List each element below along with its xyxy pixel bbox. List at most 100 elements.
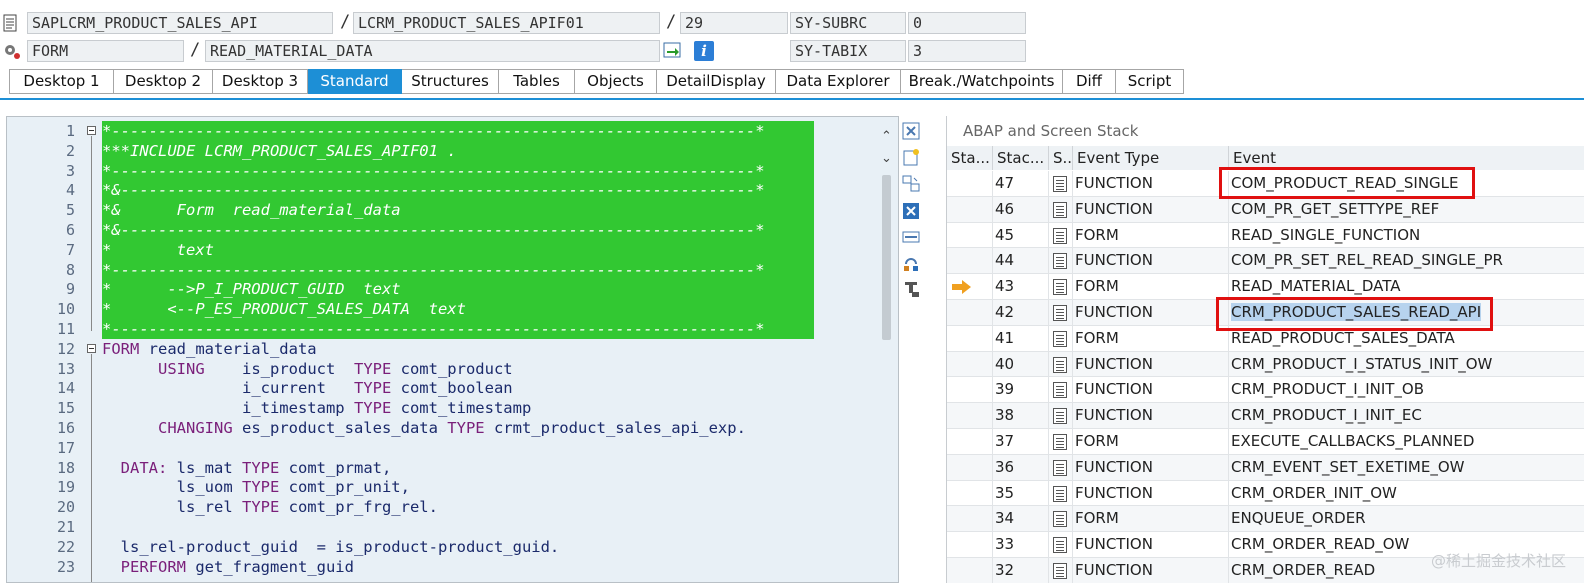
code-line[interactable]: 10 * <--P_ES_PRODUCT_SALES_DATA text bbox=[7, 299, 877, 320]
stack-row[interactable]: 46 FUNCTION COM_PR_GET_SETTYPE_REF bbox=[947, 196, 1584, 223]
scroll-up-icon[interactable]: ⌃ bbox=[881, 129, 892, 144]
source-document-icon[interactable] bbox=[1053, 253, 1067, 270]
tab-script[interactable]: Script bbox=[1116, 69, 1184, 94]
stack-row[interactable]: 39 FUNCTION CRM_PRODUCT_I_INIT_OB bbox=[947, 377, 1584, 404]
source-document-icon[interactable] bbox=[1053, 511, 1067, 528]
source-document-icon[interactable] bbox=[1053, 201, 1067, 218]
stack-row[interactable]: 37 FORM EXECUTE_CALLBACKS_PLANNED bbox=[947, 429, 1584, 455]
tab-desktop-1[interactable]: Desktop 1 bbox=[9, 69, 114, 94]
fold-toggle-icon[interactable] bbox=[87, 343, 96, 353]
source-code-editor[interactable]: 1 *--------------------------------------… bbox=[6, 116, 899, 583]
source-document-icon[interactable] bbox=[1053, 382, 1067, 399]
stack-event-cell[interactable]: CRM_EVENT_SET_EXETIME_OW bbox=[1229, 455, 1584, 480]
stack-event-cell[interactable]: ENQUEUE_ORDER bbox=[1229, 506, 1584, 531]
editor-scrollbar[interactable]: ⌃ ⌄ bbox=[877, 117, 897, 582]
fold-toggle-icon[interactable] bbox=[87, 126, 96, 135]
stack-event-cell[interactable]: EXECUTE_CALLBACKS_PLANNED bbox=[1229, 429, 1584, 454]
stack-row[interactable]: 36 FUNCTION CRM_EVENT_SET_EXETIME_OW bbox=[947, 454, 1584, 481]
code-line[interactable]: 7 * text bbox=[7, 239, 877, 260]
code-line[interactable]: 9 * -->P_I_PRODUCT_GUID text bbox=[7, 279, 877, 300]
tools-icon[interactable] bbox=[900, 280, 922, 302]
tab-diff[interactable]: Diff bbox=[1063, 69, 1116, 94]
new-window-icon[interactable] bbox=[900, 148, 922, 170]
code-line[interactable]: 12 FORM read_material_data bbox=[7, 339, 877, 359]
stack-event-cell[interactable]: COM_PR_SET_REL_READ_SINGLE_PR bbox=[1229, 248, 1584, 273]
info-icon[interactable]: i bbox=[694, 41, 714, 61]
source-document-icon[interactable] bbox=[1053, 485, 1067, 502]
close-window-icon[interactable] bbox=[900, 122, 922, 144]
stack-row[interactable]: 40 FUNCTION CRM_PRODUCT_I_STATUS_INIT_OW bbox=[947, 351, 1584, 378]
code-line[interactable]: 6 *&-------------------------------------… bbox=[7, 220, 877, 240]
line-field[interactable]: 29 bbox=[680, 12, 788, 34]
event-name-field[interactable]: READ_MATERIAL_DATA bbox=[205, 40, 660, 62]
stack-event-cell[interactable]: COM_PR_GET_SETTYPE_REF bbox=[1229, 197, 1584, 222]
swap-icon[interactable] bbox=[900, 174, 922, 196]
code-line[interactable]: 18 DATA: ls_mat TYPE comt_prmat, bbox=[7, 458, 877, 478]
stack-row[interactable]: 44 FUNCTION COM_PR_SET_REL_READ_SINGLE_PR bbox=[947, 248, 1584, 275]
tab-structures[interactable]: Structures bbox=[402, 69, 499, 94]
code-line[interactable]: 11 *-------------------------------------… bbox=[7, 319, 877, 339]
stack-row[interactable]: 45 FORM READ_SINGLE_FUNCTION bbox=[947, 222, 1584, 249]
stack-row[interactable]: 34 FORM ENQUEUE_ORDER bbox=[947, 506, 1584, 533]
tab-break-watchpoints[interactable]: Break./Watchpoints bbox=[901, 69, 1063, 94]
maximize-icon[interactable] bbox=[900, 202, 922, 224]
source-document-icon[interactable] bbox=[1053, 537, 1067, 554]
program-field[interactable]: SAPLCRM_PRODUCT_SALES_API bbox=[27, 12, 333, 34]
stack-event-cell[interactable]: READ_MATERIAL_DATA bbox=[1229, 274, 1584, 299]
sy-subrc-value[interactable]: 0 bbox=[908, 12, 1026, 34]
code-line[interactable]: 14 i_current TYPE comt_boolean bbox=[7, 378, 877, 398]
code-line[interactable]: 3 *--------------------------------------… bbox=[7, 160, 877, 181]
code-line[interactable]: 1 *--------------------------------------… bbox=[7, 121, 877, 141]
source-document-icon[interactable] bbox=[1053, 459, 1067, 476]
tab-desktop-2[interactable]: Desktop 2 bbox=[114, 69, 213, 94]
source-document-icon[interactable] bbox=[1053, 227, 1067, 244]
tab-tables[interactable]: Tables bbox=[499, 69, 575, 94]
source-document-icon[interactable] bbox=[1053, 279, 1067, 296]
tab-detaildisplay[interactable]: DetailDisplay bbox=[657, 69, 776, 94]
scroll-thumb[interactable] bbox=[882, 175, 891, 340]
stack-event-cell[interactable]: READ_SINGLE_FUNCTION bbox=[1229, 223, 1584, 248]
refresh-icon[interactable] bbox=[900, 254, 922, 276]
code-line[interactable]: 16 CHANGING es_product_sales_data TYPE c… bbox=[7, 418, 877, 438]
code-line[interactable]: 2 ***INCLUDE LCRM_PRODUCT_SALES_APIF01 . bbox=[7, 140, 877, 161]
code-line[interactable]: 23 PERFORM get_fragment_guid bbox=[7, 557, 877, 577]
sy-tabix-value[interactable]: 3 bbox=[908, 40, 1026, 62]
column-header-event-type[interactable]: Event Type bbox=[1073, 146, 1229, 170]
column-header-status[interactable]: Sta... bbox=[947, 146, 993, 170]
tab-objects[interactable]: Objects bbox=[575, 69, 657, 94]
code-line[interactable]: 4 *&-------------------------------------… bbox=[7, 180, 877, 201]
code-line[interactable]: 17 bbox=[7, 438, 877, 458]
tab-standard[interactable]: Standard bbox=[308, 69, 402, 94]
code-line[interactable]: 5 *& Form read_material_data bbox=[7, 200, 877, 221]
source-document-icon[interactable] bbox=[1053, 176, 1067, 192]
tab-desktop-3[interactable]: Desktop 3 bbox=[213, 69, 308, 94]
source-document-icon[interactable] bbox=[1053, 408, 1067, 425]
stack-event-cell[interactable]: CRM_PRODUCT_I_INIT_OB bbox=[1229, 377, 1584, 402]
stack-row[interactable]: 35 FUNCTION CRM_ORDER_INIT_OW bbox=[947, 480, 1584, 507]
include-field[interactable]: LCRM_PRODUCT_SALES_APIF01 bbox=[353, 12, 660, 34]
stack-event-cell[interactable]: CRM_ORDER_INIT_OW bbox=[1229, 481, 1584, 506]
code-line[interactable]: 8 *--------------------------------------… bbox=[7, 259, 877, 280]
stack-event-cell[interactable]: CRM_PRODUCT_I_STATUS_INIT_OW bbox=[1229, 352, 1584, 377]
navigate-icon[interactable] bbox=[662, 41, 684, 61]
code-line[interactable]: 22 ls_rel-product_guid = is_product-prod… bbox=[7, 537, 877, 557]
code-line[interactable]: 19 ls_uom TYPE comt_pr_unit, bbox=[7, 477, 877, 497]
column-header-s[interactable]: S... bbox=[1049, 146, 1073, 170]
code-line[interactable]: 15 i_timestamp TYPE comt_timestamp bbox=[7, 398, 877, 418]
column-header-stack-level[interactable]: Stac... bbox=[993, 146, 1049, 170]
source-document-icon[interactable] bbox=[1053, 305, 1067, 321]
tab-data-explorer[interactable]: Data Explorer bbox=[776, 69, 901, 94]
stack-event-cell[interactable]: CRM_PRODUCT_I_INIT_EC bbox=[1229, 403, 1584, 428]
stack-row[interactable]: 38 FUNCTION CRM_PRODUCT_I_INIT_EC bbox=[947, 403, 1584, 429]
source-document-icon[interactable] bbox=[1053, 330, 1067, 347]
source-document-icon[interactable] bbox=[1053, 563, 1067, 579]
code-line[interactable]: 13 USING is_product TYPE comt_product bbox=[7, 359, 877, 379]
source-document-icon[interactable] bbox=[1053, 356, 1067, 373]
source-document-icon[interactable] bbox=[1053, 434, 1067, 450]
event-type-field[interactable]: FORM bbox=[27, 40, 184, 62]
resize-icon[interactable] bbox=[900, 228, 922, 250]
code-line[interactable]: 21 bbox=[7, 517, 877, 537]
code-line[interactable]: 20 ls_rel TYPE comt_pr_frg_rel. bbox=[7, 497, 877, 517]
code-identifier: comt_pr_unit, bbox=[279, 478, 410, 497]
scroll-down-icon[interactable]: ⌄ bbox=[881, 151, 892, 166]
